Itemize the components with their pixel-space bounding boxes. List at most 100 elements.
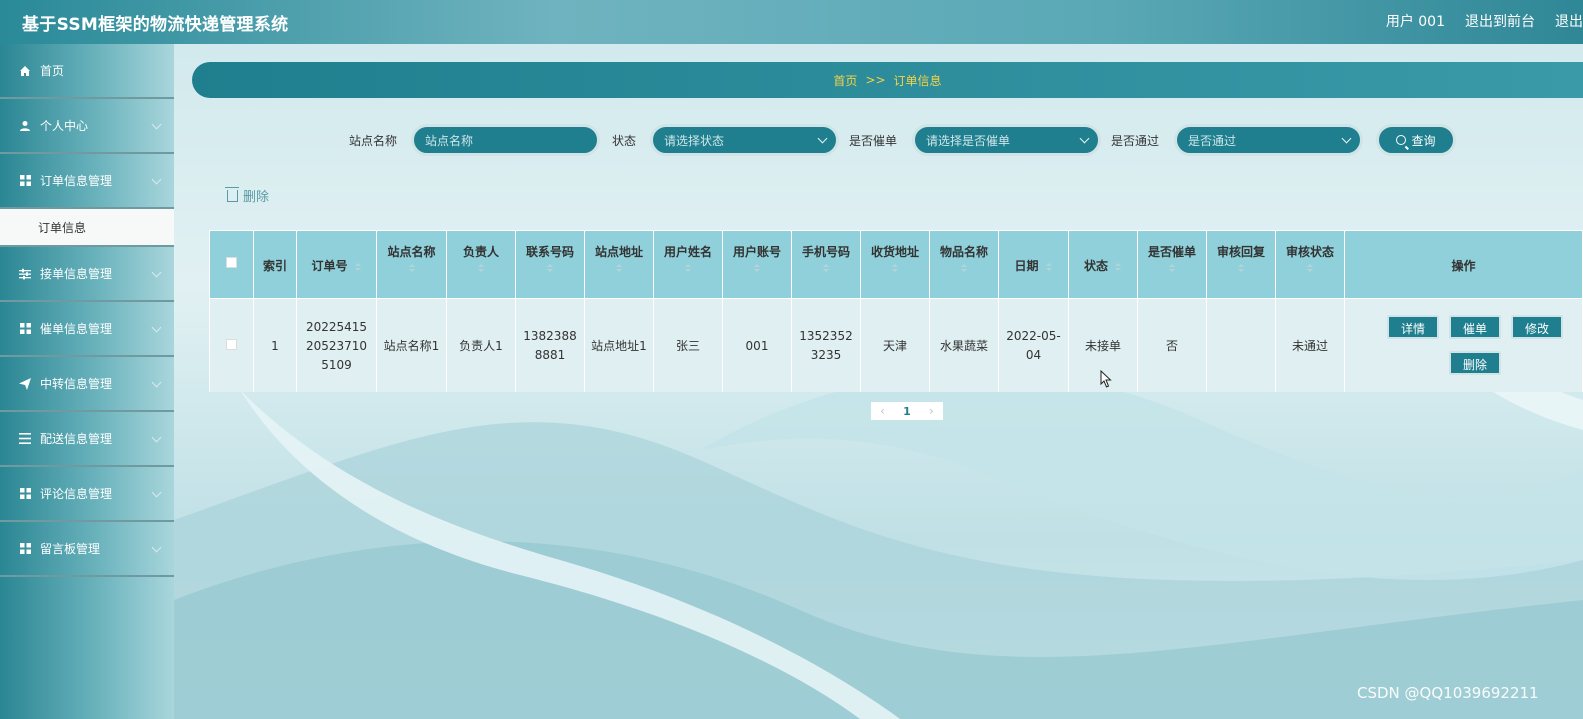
col-header-station-name[interactable]: 站点名称 [376, 230, 447, 299]
cell-recv-addr: 天津 [860, 298, 930, 392]
status-label: 状态 [612, 134, 637, 148]
cell-account: 001 [722, 298, 792, 392]
sidebar-item-message-board[interactable]: 留言板管理 [0, 522, 174, 577]
prev-page-icon[interactable]: ‹ [880, 404, 885, 418]
sort-icon[interactable] [1276, 264, 1344, 272]
watermark: CSDN @QQ1039692211 [1357, 684, 1539, 702]
col-header-audit[interactable]: 审核状态 [1275, 230, 1345, 299]
cell-actions: 详情 催单 修改 删除 [1344, 298, 1583, 392]
urge-select[interactable]: 请选择是否催单 [912, 124, 1101, 156]
action-group: 详情 催单 修改 删除 [1345, 299, 1582, 392]
sort-icon[interactable] [723, 264, 791, 272]
sidebar-item-label: 订单信息管理 [40, 174, 113, 188]
col-header-order-no[interactable]: 订单号 [296, 230, 377, 299]
station-name-label: 站点名称 [349, 134, 398, 148]
cell-phone: 13523523235 [791, 298, 861, 392]
cell-audit: 未通过 [1275, 298, 1345, 392]
sidebar-item-order-mgmt[interactable]: 订单信息管理 [0, 154, 174, 209]
detail-button[interactable]: 详情 [1387, 315, 1439, 339]
chevron-down-icon [151, 174, 162, 185]
row-checkbox[interactable] [226, 338, 237, 350]
breadcrumb-current: 订单信息 [893, 73, 942, 88]
sort-icon[interactable] [1114, 262, 1122, 271]
cell-item: 水果蔬菜 [929, 298, 999, 392]
search-bar: 站点名称 站点名称 状态 请选择状态 是否催单 请选择是否催单 是否通过 是否通… [0, 124, 1583, 156]
cell-date: 2022-05-04 [998, 298, 1069, 392]
urge-button[interactable]: 催单 [1449, 315, 1501, 339]
col-header-date[interactable]: 日期 [998, 230, 1069, 299]
chevron-down-icon [1079, 133, 1090, 144]
sort-icon[interactable] [585, 264, 653, 272]
list-icon [18, 432, 32, 446]
sort-icon[interactable] [861, 264, 929, 272]
header-actions: 用户 001 退出到前台 退出 [1386, 11, 1583, 31]
pass-select[interactable]: 是否通过 [1174, 124, 1363, 156]
cell-contact: 13823888881 [515, 298, 585, 392]
query-button[interactable]: 查询 [1376, 124, 1456, 156]
col-header-phone[interactable]: 手机号码 [791, 230, 861, 299]
sort-icon[interactable] [930, 264, 998, 272]
grid-icon [18, 322, 32, 336]
urge-select-value: 请选择是否催单 [926, 133, 1011, 148]
app-title: 基于SSM框架的物流快递管理系统 [22, 15, 289, 35]
select-all-checkbox[interactable] [226, 257, 237, 268]
sort-icon[interactable] [792, 264, 860, 272]
send-icon [18, 377, 32, 391]
cell-order-no: 20225415205237105109 [296, 298, 377, 392]
col-header-status[interactable]: 状态 [1068, 230, 1138, 299]
sidebar-item-transfer-mgmt[interactable]: 中转信息管理 [0, 357, 174, 412]
col-header-urged[interactable]: 是否催单 [1137, 230, 1207, 299]
page-number[interactable]: 1 [903, 405, 911, 418]
sidebar-subitem-order-info[interactable]: 订单信息 [0, 209, 174, 247]
sidebar-item-urge-mgmt[interactable]: 催单信息管理 [0, 302, 174, 357]
grid-icon [18, 487, 32, 501]
edit-button[interactable]: 修改 [1511, 315, 1563, 339]
sidebar-item-comment-mgmt[interactable]: 评论信息管理 [0, 467, 174, 522]
grid-icon [18, 542, 32, 556]
table-row: 1 20225415205237105109 站点名称1 负责人1 138238… [209, 298, 1583, 392]
sort-icon[interactable] [1045, 262, 1053, 271]
user-icon [18, 119, 32, 133]
col-header-manager[interactable]: 负责人 [446, 230, 516, 299]
chevron-down-icon [151, 267, 162, 278]
sidebar-item-label: 接单信息管理 [40, 267, 113, 281]
sidebar-item-delivery-mgmt[interactable]: 配送信息管理 [0, 412, 174, 467]
col-header-account[interactable]: 用户账号 [722, 230, 792, 299]
sort-icon[interactable] [1207, 264, 1275, 272]
sort-icon[interactable] [516, 264, 584, 272]
sidebar-item-label: 个人中心 [40, 119, 89, 133]
grid-icon [18, 174, 32, 188]
col-header-contact[interactable]: 联系号码 [515, 230, 585, 299]
batch-delete-button[interactable]: 删除 [225, 186, 269, 205]
status-select-value: 请选择状态 [664, 133, 725, 148]
logout-link[interactable]: 退出 [1555, 11, 1583, 31]
col-header-station-addr[interactable]: 站点地址 [584, 230, 654, 299]
chevron-down-icon [1341, 133, 1352, 144]
sort-icon[interactable] [447, 264, 515, 272]
col-header-recv-addr[interactable]: 收货地址 [860, 230, 930, 299]
back-to-front-link[interactable]: 退出到前台 [1465, 11, 1535, 31]
status-select[interactable]: 请选择状态 [650, 124, 839, 156]
chevron-down-icon [151, 377, 162, 388]
sort-icon[interactable] [1138, 264, 1206, 272]
chevron-down-icon [151, 542, 162, 553]
sort-icon[interactable] [354, 262, 362, 271]
col-header-reply[interactable]: 审核回复 [1206, 230, 1276, 299]
delete-button[interactable]: 删除 [1449, 351, 1501, 375]
sidebar-item-home[interactable]: 首页 [0, 44, 174, 99]
sort-icon[interactable] [654, 264, 722, 272]
sidebar-item-label: 首页 [40, 64, 65, 78]
sort-icon[interactable] [377, 264, 446, 272]
top-header: 基于SSM框架的物流快递管理系统 用户 001 退出到前台 退出 [0, 0, 1583, 44]
table-header-row: 索引 订单号 站点名称 负责人 联系号码 站点地址 用户姓名 用户账号 手机号码… [209, 230, 1583, 299]
row-select-cell [209, 298, 254, 392]
col-header-actions: 操作 [1344, 230, 1583, 299]
sidebar-item-personal[interactable]: 个人中心 [0, 99, 174, 154]
station-name-input[interactable]: 站点名称 [411, 124, 600, 156]
search-icon [1396, 135, 1407, 145]
breadcrumb-home[interactable]: 首页 [833, 72, 857, 89]
col-header-item[interactable]: 物品名称 [929, 230, 999, 299]
sidebar-item-accept-mgmt[interactable]: 接单信息管理 [0, 247, 174, 302]
col-header-user-name[interactable]: 用户姓名 [653, 230, 723, 299]
next-page-icon[interactable]: › [929, 404, 934, 418]
